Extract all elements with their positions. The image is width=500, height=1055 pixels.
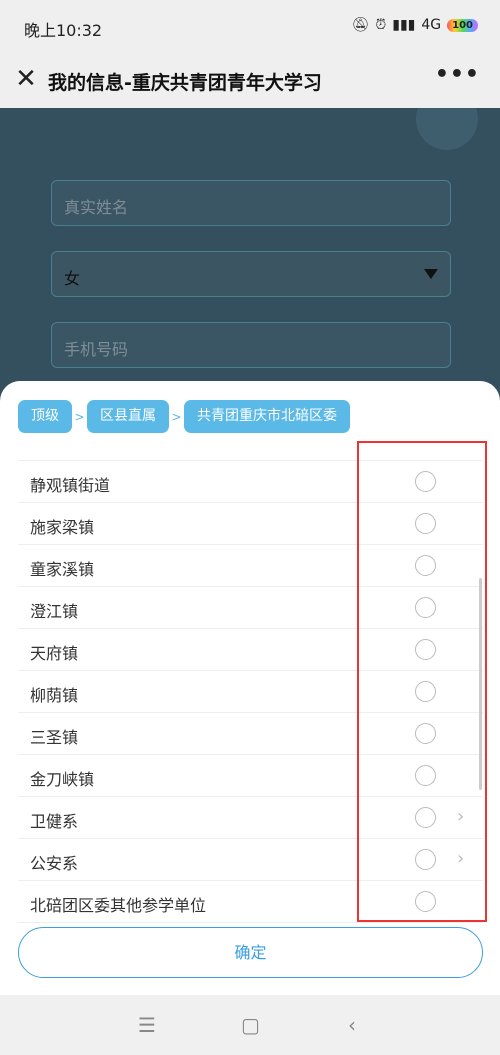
highlight-box — [357, 441, 487, 922]
list-item-label: 天府镇 — [30, 644, 79, 663]
nav-bar: ✕ 我的信息-重庆共青团青年大学习 ••• — [0, 52, 500, 108]
signal-icon: ▮▮▮ — [392, 17, 416, 33]
list-item-label: 卫健系 — [30, 812, 79, 831]
list-item-label: 童家溪镇 — [30, 560, 95, 579]
status-time: 晚上10:32 — [24, 21, 103, 40]
organization-picker-sheet: 顶级 > 区县直属 > 共青团重庆市北碚区委 静观镇街道施家梁镇童家溪镇澄江镇天… — [0, 381, 500, 995]
list-item-label: 柳荫镇 — [30, 686, 79, 705]
page-title: 我的信息-重庆共青团青年大学习 — [48, 72, 322, 94]
breadcrumb-separator: > — [74, 409, 85, 424]
battery-icon: 100 — [447, 18, 478, 32]
dropdown-arrow-icon — [424, 269, 438, 279]
form-background: 真实姓名 女 手机号码 — [0, 108, 500, 408]
more-icon[interactable]: ••• — [435, 62, 480, 87]
breadcrumb-item[interactable]: 共青团重庆市北碚区委 — [184, 400, 350, 433]
list-item-label: 北碚团区委其他参学单位 — [30, 896, 207, 915]
system-nav-bar: ☰ ▢ ‹ — [0, 995, 500, 1055]
decorative-circle — [416, 108, 478, 150]
list-item-label: 金刀峡镇 — [30, 770, 95, 789]
mute-icon: 🔕︎ — [351, 17, 370, 33]
breadcrumb-item[interactable]: 顶级 — [18, 400, 72, 433]
status-bar: 晚上10:32 🔕︎ ⏰︎ ▮▮▮ 4G 100 — [0, 0, 500, 52]
name-input[interactable]: 真实姓名 — [51, 180, 451, 226]
back-icon[interactable]: ‹ — [348, 1013, 356, 1037]
breadcrumb: 顶级 > 区县直属 > 共青团重庆市北碚区委 — [18, 400, 350, 433]
list-item-label: 三圣镇 — [30, 728, 79, 747]
breadcrumb-item[interactable]: 区县直属 — [87, 400, 169, 433]
confirm-button[interactable]: 确定 — [18, 927, 483, 978]
alarm-icon: ⏰︎ — [375, 17, 387, 33]
gender-value: 女 — [64, 269, 81, 288]
list-item-label: 公安系 — [30, 854, 79, 873]
list-item-label: 施家梁镇 — [30, 518, 95, 537]
list-item-label: 静观镇街道 — [30, 476, 111, 495]
close-icon[interactable]: ✕ — [12, 64, 40, 94]
breadcrumb-separator: > — [171, 409, 182, 424]
phone-input[interactable]: 手机号码 — [51, 322, 451, 368]
network-type: 4G — [421, 17, 442, 33]
menu-icon[interactable]: ☰ — [138, 1013, 156, 1037]
gender-select[interactable]: 女 — [51, 251, 451, 297]
list-item-label: 澄江镇 — [30, 602, 79, 621]
home-icon[interactable]: ▢ — [241, 1013, 260, 1037]
